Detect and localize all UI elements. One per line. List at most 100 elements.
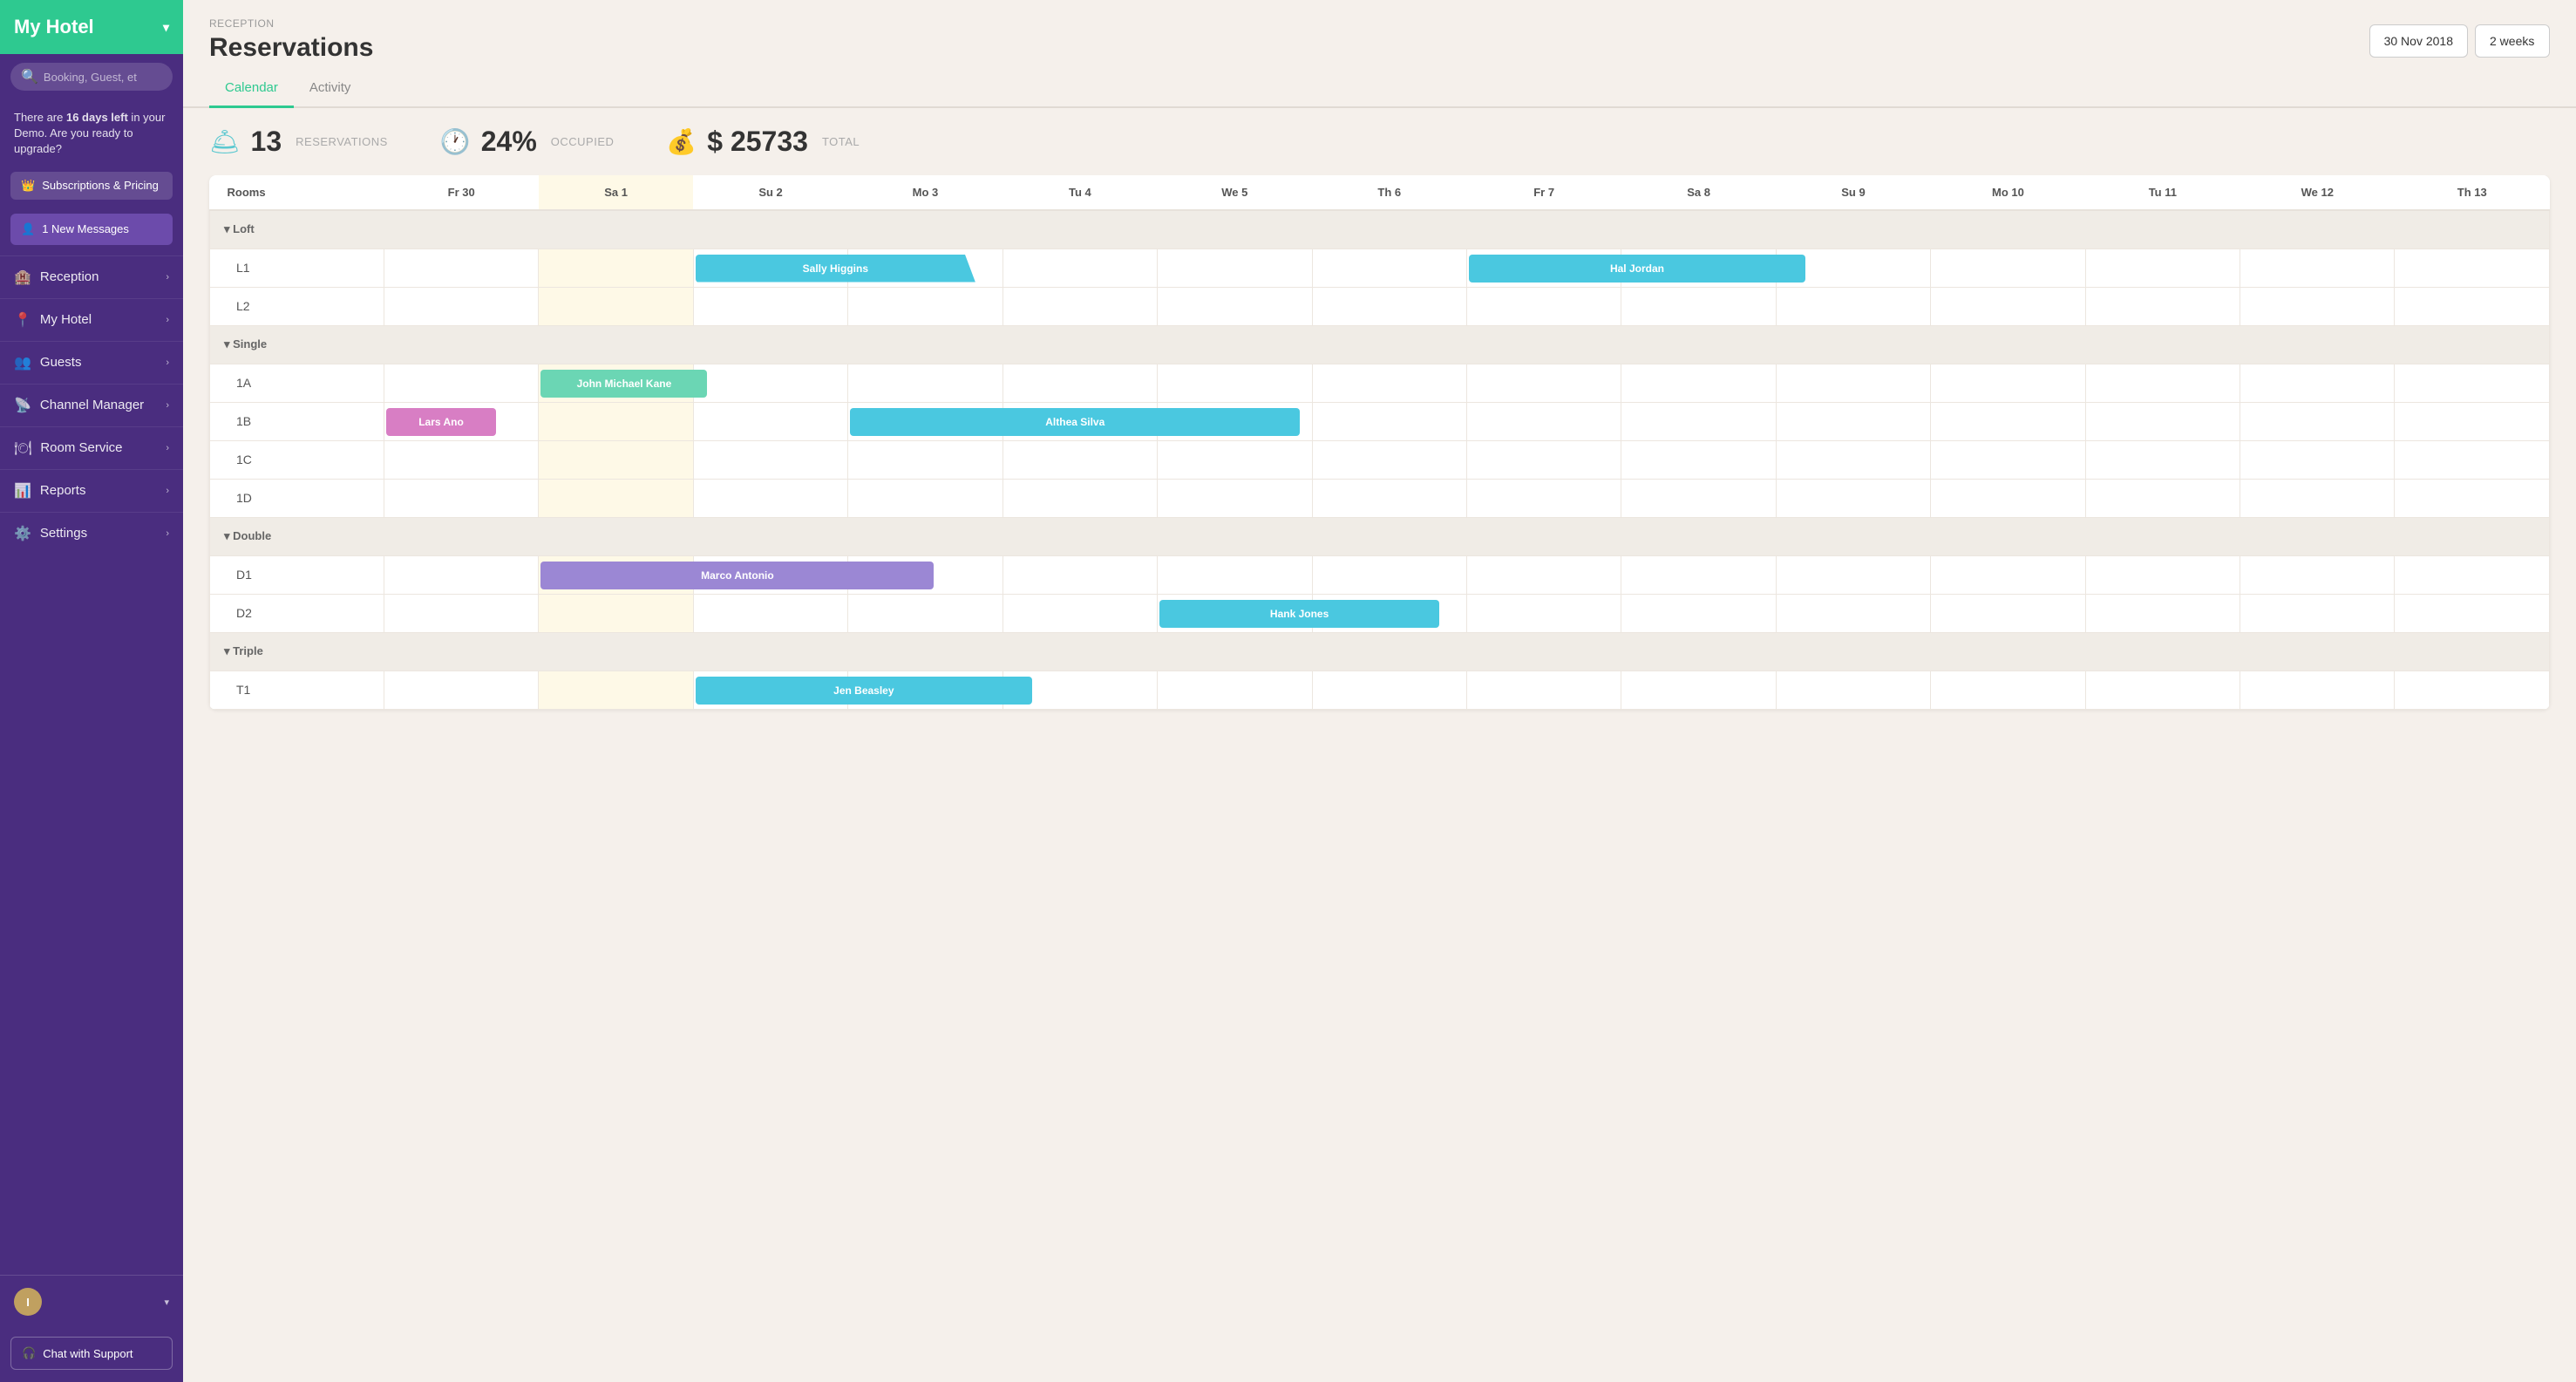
cell-D2-11[interactable] [2085, 594, 2240, 632]
cell-1C-8[interactable] [1621, 440, 1776, 479]
cell-L2-11[interactable] [2085, 287, 2240, 325]
cell-D2-8[interactable] [1621, 594, 1776, 632]
cell-L1-5[interactable] [1158, 248, 1312, 287]
cell-1A-10[interactable] [1931, 364, 2085, 402]
date-picker-button[interactable]: 30 Nov 2018 [2369, 24, 2468, 58]
cell-1C-3[interactable] [848, 440, 1003, 479]
cell-1D-9[interactable] [1776, 479, 1930, 517]
cell-D1-11[interactable] [2085, 555, 2240, 594]
search-input[interactable] [44, 71, 162, 84]
chat-support-button[interactable]: 🎧 Chat with Support [10, 1337, 173, 1370]
cell-L1-2[interactable]: Sally Higgins [693, 248, 847, 287]
cell-D2-3[interactable] [848, 594, 1003, 632]
cell-1B-1[interactable] [539, 402, 693, 440]
cell-1A-6[interactable] [1312, 364, 1466, 402]
cell-L2-3[interactable] [848, 287, 1003, 325]
cell-L1-12[interactable] [2240, 248, 2395, 287]
cell-1C-1[interactable] [539, 440, 693, 479]
cell-T1-13[interactable] [2395, 671, 2550, 709]
cell-1D-13[interactable] [2395, 479, 2550, 517]
cell-T1-8[interactable] [1621, 671, 1776, 709]
cell-T1-10[interactable] [1931, 671, 2085, 709]
cell-D2-2[interactable] [693, 594, 847, 632]
cell-T1-6[interactable] [1312, 671, 1466, 709]
cell-1D-3[interactable] [848, 479, 1003, 517]
cell-1D-8[interactable] [1621, 479, 1776, 517]
new-messages-button[interactable]: 👤 1 New Messages [10, 214, 173, 245]
reservation-bar-D1[interactable]: Marco Antonio [540, 562, 934, 589]
cell-L2-4[interactable] [1003, 287, 1157, 325]
cell-T1-9[interactable] [1776, 671, 1930, 709]
cell-1B-0[interactable]: Lars Ano [384, 402, 539, 440]
cell-1A-11[interactable] [2085, 364, 2240, 402]
cell-L1-11[interactable] [2085, 248, 2240, 287]
cell-1C-0[interactable] [384, 440, 539, 479]
cell-L2-2[interactable] [693, 287, 847, 325]
cell-D2-4[interactable] [1003, 594, 1157, 632]
cell-D1-13[interactable] [2395, 555, 2550, 594]
cell-1D-7[interactable] [1466, 479, 1621, 517]
calendar-container[interactable]: RoomsFr 30Sa 1Su 2Mo 3Tu 4We 5Th 6Fr 7Sa… [183, 175, 2576, 1382]
cell-1A-5[interactable] [1158, 364, 1312, 402]
reservation-bar-T1[interactable]: Jen Beasley [696, 677, 1032, 705]
cell-D2-9[interactable] [1776, 594, 1930, 632]
cell-1B-2[interactable] [693, 402, 847, 440]
cell-1C-6[interactable] [1312, 440, 1466, 479]
cell-1A-1[interactable]: John Michael Kane [539, 364, 693, 402]
cell-D2-1[interactable] [539, 594, 693, 632]
cell-L2-8[interactable] [1621, 287, 1776, 325]
cell-D2-7[interactable] [1466, 594, 1621, 632]
cell-1C-9[interactable] [1776, 440, 1930, 479]
sidebar-item-channel-manager[interactable]: 📡 Channel Manager › [0, 384, 183, 426]
cell-D1-12[interactable] [2240, 555, 2395, 594]
cell-1C-11[interactable] [2085, 440, 2240, 479]
cell-T1-1[interactable] [539, 671, 693, 709]
cell-D2-0[interactable] [384, 594, 539, 632]
cell-D1-0[interactable] [384, 555, 539, 594]
cell-1A-7[interactable] [1466, 364, 1621, 402]
cell-L2-12[interactable] [2240, 287, 2395, 325]
cell-L1-0[interactable] [384, 248, 539, 287]
cell-1A-13[interactable] [2395, 364, 2550, 402]
cell-D1-7[interactable] [1466, 555, 1621, 594]
cell-L2-6[interactable] [1312, 287, 1466, 325]
duration-select[interactable]: 2 weeks 1 week 1 month [2475, 24, 2550, 58]
cell-L2-5[interactable] [1158, 287, 1312, 325]
reservation-bar-L1[interactable]: Hal Jordan [1469, 255, 1805, 283]
cell-L1-6[interactable] [1312, 248, 1466, 287]
reservation-bar-1A[interactable]: John Michael Kane [540, 370, 707, 398]
cell-1C-13[interactable] [2395, 440, 2550, 479]
tab-calendar[interactable]: Calendar [209, 73, 294, 108]
cell-D2-13[interactable] [2395, 594, 2550, 632]
cell-1A-3[interactable] [848, 364, 1003, 402]
cell-1C-7[interactable] [1466, 440, 1621, 479]
cell-T1-5[interactable] [1158, 671, 1312, 709]
tab-activity[interactable]: Activity [294, 73, 367, 108]
cell-L2-9[interactable] [1776, 287, 1930, 325]
cell-D2-12[interactable] [2240, 594, 2395, 632]
subscriptions-pricing-button[interactable]: 👑 Subscriptions & Pricing [10, 172, 173, 200]
cell-L1-10[interactable] [1931, 248, 2085, 287]
cell-1B-11[interactable] [2085, 402, 2240, 440]
cell-D2-10[interactable] [1931, 594, 2085, 632]
cell-T1-12[interactable] [2240, 671, 2395, 709]
cell-D1-8[interactable] [1621, 555, 1776, 594]
cell-T1-0[interactable] [384, 671, 539, 709]
cell-1A-8[interactable] [1621, 364, 1776, 402]
reservation-bar-D2[interactable]: Hank Jones [1159, 600, 1439, 628]
cell-D1-9[interactable] [1776, 555, 1930, 594]
cell-1B-13[interactable] [2395, 402, 2550, 440]
cell-1B-10[interactable] [1931, 402, 2085, 440]
cell-1D-5[interactable] [1158, 479, 1312, 517]
cell-1B-12[interactable] [2240, 402, 2395, 440]
cell-1A-4[interactable] [1003, 364, 1157, 402]
cell-1D-10[interactable] [1931, 479, 2085, 517]
cell-D1-4[interactable] [1003, 555, 1157, 594]
cell-L2-13[interactable] [2395, 287, 2550, 325]
sidebar-item-settings[interactable]: ⚙️ Settings › [0, 512, 183, 555]
cell-1B-8[interactable] [1621, 402, 1776, 440]
cell-1C-2[interactable] [693, 440, 847, 479]
cell-1C-5[interactable] [1158, 440, 1312, 479]
sidebar-item-reports[interactable]: 📊 Reports › [0, 469, 183, 512]
cell-1D-0[interactable] [384, 479, 539, 517]
